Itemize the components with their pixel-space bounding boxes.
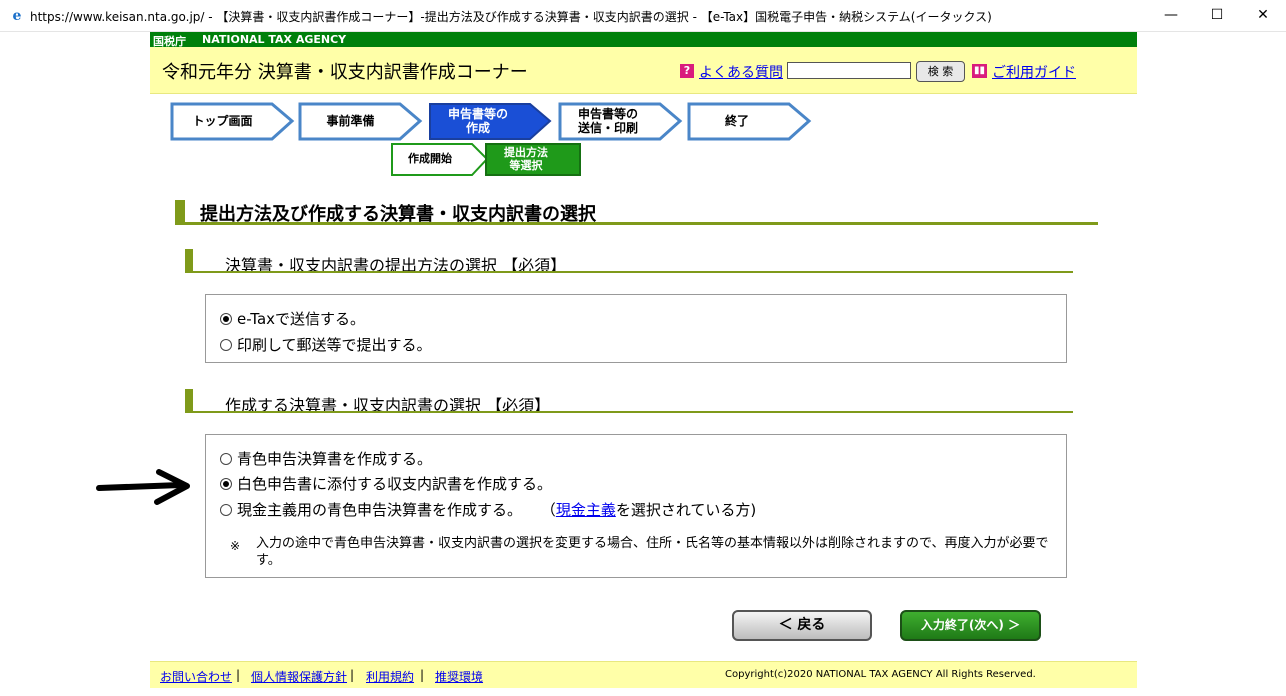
step-label: 事前準備 [326,114,375,128]
radio-button[interactable] [220,453,232,465]
option-cash-basis[interactable]: 現金主義用の青色申告決算書を作成する。 （現金主義を選択されている方) [220,499,756,520]
substep-label: 作成開始 [408,152,452,165]
section-underline [185,271,1073,273]
document-type-box: 青色申告決算書を作成する。 白色申告書に添付する収支内訳書を作成する。 現金主義… [205,434,1067,578]
option-etax[interactable]: e-Taxで送信する。 [220,308,365,329]
heading-marker [175,200,185,223]
footer-separator: | [236,668,241,682]
radio-button-selected[interactable] [220,313,232,325]
option-white-return[interactable]: 白色申告書に添付する収支内訳書を作成する。 [220,473,552,494]
step-label: 申告書等の 作成 [447,107,508,135]
book-icon: ▮▮ [972,64,987,78]
faq-link[interactable]: よくある質問 [699,62,783,82]
privacy-policy-link[interactable]: 個人情報保護方針 [251,668,347,685]
question-icon: ? [680,64,694,78]
maximize-button[interactable]: ☐ [1194,0,1240,32]
search-input[interactable] [787,62,911,79]
step-label: 終了 [724,114,749,128]
footer: お問い合わせ | 個人情報保護方針 | 利用規約 | 推奨環境 Copyrigh… [150,661,1137,688]
option-blue-return[interactable]: 青色申告決算書を作成する。 [220,448,432,469]
terms-link[interactable]: 利用規約 [366,668,414,685]
step-label: トップ画面 [192,114,253,128]
step-finish: 終了 [687,102,812,142]
pointer-arrow-icon [96,469,190,505]
footer-separator: | [420,668,425,682]
option-label: 青色申告決算書を作成する。 [237,450,433,468]
option-suffix-close: を選択されている方) [615,501,757,519]
footer-separator: | [350,668,355,682]
search-button[interactable]: 検 索 [916,61,965,82]
section-marker [185,389,193,412]
internet-explorer-icon: e [12,8,22,24]
window-title: https://www.keisan.nta.go.jp/ - 【決算書・収支内… [30,10,992,24]
section-underline [185,411,1073,413]
cash-basis-link[interactable]: 現金主義 [556,501,616,519]
step-create-return: 申告書等の 作成 [428,102,553,142]
radio-button-selected[interactable] [220,478,232,490]
option-label: e-Taxで送信する。 [237,310,366,328]
note-mark: ※ [230,539,241,553]
substep-start: 作成開始 [390,142,490,177]
step-label: 申告書等の 送信・印刷 [577,107,638,135]
agency-bar: 国税庁 NATIONAL TAX AGENCY [150,32,1137,48]
header: 令和元年分 決算書・収支内訳書作成コーナー ? よくある質問 検 索 ▮▮ ご利… [150,47,1137,94]
submission-method-box: e-Taxで送信する。 印刷して郵送等で提出する。 [205,294,1067,363]
step-preparation: 事前準備 [298,102,423,142]
recommended-environment-link[interactable]: 推奨環境 [435,668,483,685]
step-send-print: 申告書等の 送信・印刷 [558,102,683,142]
next-button[interactable]: 入力終了(次へ) ＞ [900,610,1041,641]
option-label: 印刷して郵送等で提出する。 [237,336,432,354]
radio-button[interactable] [220,504,232,516]
option-label: 現金主義用の青色申告決算書を作成する。 [237,501,523,519]
heading-underline [175,222,1098,225]
contact-link[interactable]: お問い合わせ [160,668,232,685]
window-titlebar: e https://www.keisan.nta.go.jp/ - 【決算書・収… [0,0,1286,32]
page-title: 令和元年分 決算書・収支内訳書作成コーナー [162,62,528,83]
close-button[interactable]: ✕ [1240,0,1286,32]
agency-name-english: NATIONAL TAX AGENCY [202,33,347,46]
option-mail[interactable]: 印刷して郵送等で提出する。 [220,334,432,355]
substep-method-selection: 提出方法 等選択 [484,142,584,177]
copyright: Copyright(c)2020 NATIONAL TAX AGENCY All… [725,669,1036,680]
page-content: 国税庁 NATIONAL TAX AGENCY 令和元年分 決算書・収支内訳書作… [150,32,1137,696]
note-text: 入力の途中で青色申告決算書・収支内訳書の選択を変更する場合、住所・氏名等の基本情… [256,536,1049,568]
back-button[interactable]: ＜ 戻る [732,610,872,641]
guide-link[interactable]: ご利用ガイド [992,62,1076,82]
option-label: 白色申告書に添付する収支内訳書を作成する。 [237,475,553,493]
substep-label: 提出方法 等選択 [504,146,548,172]
option-suffix-open: （ [540,501,556,519]
minimize-button[interactable]: — [1148,0,1194,32]
radio-button[interactable] [220,339,232,351]
step-top: トップ画面 [170,102,295,142]
section-marker [185,249,193,272]
